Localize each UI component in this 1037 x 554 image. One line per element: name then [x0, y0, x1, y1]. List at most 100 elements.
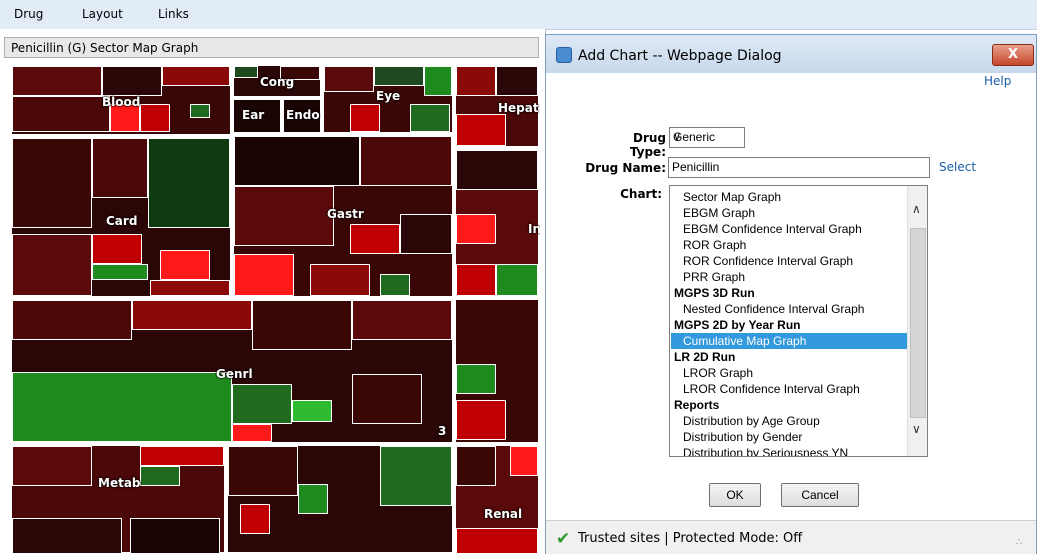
dialog-titlebar[interactable]: Add Chart -- Webpage Dialog X — [546, 35, 1036, 73]
tm-cell[interactable] — [12, 518, 122, 554]
tm-cell[interactable] — [132, 300, 252, 330]
tm-cell[interactable] — [228, 446, 298, 496]
list-item[interactable]: LROR Graph — [671, 365, 907, 381]
tm-cell[interactable] — [234, 66, 258, 78]
close-button[interactable]: X — [992, 44, 1034, 66]
list-item[interactable]: Distribution by Seriousness YN — [671, 445, 907, 456]
listbox-scrollbar[interactable]: ∧ ∨ — [907, 186, 927, 456]
list-item[interactable]: Distribution by Age Group — [671, 413, 907, 429]
sector-map-graph[interactable]: Blood Cong Ear Endo Eye Hepat Card Gastr… — [10, 64, 540, 554]
tm-cell[interactable] — [92, 234, 142, 264]
cancel-button[interactable]: Cancel — [781, 483, 859, 507]
tm-cell[interactable] — [232, 384, 292, 424]
tm-cell[interactable] — [140, 446, 224, 466]
tm-cell[interactable] — [130, 518, 220, 554]
label-in: In — [528, 222, 540, 236]
list-item[interactable]: Sector Map Graph — [671, 189, 907, 205]
tm-cell[interactable] — [240, 504, 270, 534]
tm-cell[interactable] — [234, 186, 334, 246]
scroll-thumb[interactable] — [910, 228, 926, 418]
tm-cell[interactable] — [456, 364, 496, 394]
tm-cell[interactable] — [310, 264, 370, 296]
tm-cell[interactable] — [252, 300, 352, 350]
menu-links[interactable]: Links — [158, 7, 189, 21]
tm-cell[interactable] — [424, 66, 452, 96]
tm-cell[interactable] — [232, 424, 272, 442]
list-group-header: LR 2D Run — [674, 350, 736, 364]
tm-cell[interactable] — [150, 280, 230, 296]
ok-button[interactable]: OK — [709, 483, 761, 507]
tm-cell[interactable] — [456, 264, 496, 296]
tm-cell[interactable] — [292, 400, 332, 422]
menu-drug[interactable]: Drug — [14, 7, 43, 21]
list-group-header: MGPS 2D by Year Run — [674, 318, 801, 332]
tm-cell[interactable] — [234, 136, 360, 186]
list-item[interactable]: Distribution by Gender — [671, 429, 907, 445]
tm-cell[interactable] — [350, 224, 400, 254]
tm-cell[interactable] — [92, 138, 148, 198]
scroll-down-icon[interactable]: ∨ — [912, 422, 921, 436]
tm-cell[interactable] — [190, 104, 210, 118]
tm-cell[interactable] — [380, 446, 452, 506]
tm-cell[interactable] — [102, 66, 162, 96]
tm-cell[interactable] — [12, 96, 110, 132]
tm-cell[interactable] — [352, 300, 452, 340]
tm-cell[interactable] — [298, 484, 328, 514]
list-group-header: MGPS 3D Run — [674, 286, 755, 300]
tm-cell[interactable] — [400, 214, 452, 254]
tm-cell[interactable] — [360, 136, 452, 186]
tm-cell[interactable] — [456, 114, 506, 146]
tm-cell[interactable] — [456, 150, 538, 190]
tm-cell[interactable] — [456, 214, 496, 244]
tm-cell[interactable] — [12, 446, 92, 486]
tm-cell[interactable] — [350, 104, 380, 132]
resize-grip-icon[interactable]: ∴ — [1016, 537, 1022, 548]
tm-cell[interactable] — [12, 234, 92, 296]
list-group-header: Reports — [674, 398, 720, 412]
tm-cell[interactable] — [456, 446, 496, 486]
tm-cell[interactable] — [162, 66, 230, 86]
list-item[interactable]: EBGM Graph — [671, 205, 907, 221]
select-link[interactable]: Select — [939, 160, 976, 174]
add-chart-dialog: Add Chart -- Webpage Dialog X Help Drug … — [545, 34, 1037, 554]
tm-cell[interactable] — [496, 66, 538, 96]
drug-type-select[interactable]: Generic ∨ — [669, 127, 745, 148]
tm-cell[interactable] — [410, 104, 450, 132]
tm-cell[interactable] — [12, 66, 102, 96]
list-item[interactable]: EBGM Confidence Interval Graph — [671, 221, 907, 237]
tm-cell[interactable] — [380, 274, 410, 296]
list-item[interactable]: ROR Confidence Interval Graph — [671, 253, 907, 269]
tm-cell[interactable] — [456, 528, 538, 554]
label-hepat: Hepat — [498, 101, 539, 115]
help-link[interactable]: Help — [984, 74, 1011, 88]
tm-cell[interactable] — [148, 138, 230, 228]
tm-cell[interactable] — [140, 104, 170, 132]
tm-cell[interactable] — [12, 300, 132, 340]
list-item[interactable]: Cumulative Map Graph — [671, 333, 907, 349]
drug-name-field[interactable]: Penicillin — [668, 157, 930, 178]
dialog-body: Help Drug Type: Generic ∨ Drug Name: Pen… — [546, 73, 1036, 520]
tm-cell[interactable] — [92, 264, 148, 280]
tm-cell[interactable] — [456, 66, 496, 96]
tm-cell[interactable] — [12, 138, 92, 228]
tm-cell[interactable] — [510, 446, 538, 476]
label-cong: Cong — [260, 75, 295, 89]
tm-cell[interactable] — [140, 466, 180, 486]
tm-cell[interactable] — [12, 372, 232, 442]
tm-cell[interactable] — [496, 264, 538, 296]
menu-layout[interactable]: Layout — [82, 7, 123, 21]
label-card: Card — [106, 214, 138, 228]
list-item[interactable]: PRR Graph — [671, 269, 907, 285]
tm-cell[interactable] — [456, 400, 506, 440]
chart-listbox[interactable]: ∧ ∨ Sector Map Graph EBGM Graph EBGM Confi… — [669, 185, 928, 457]
list-item[interactable]: ROR Graph — [671, 237, 907, 253]
tm-cell[interactable] — [374, 66, 424, 86]
tm-cell[interactable] — [234, 254, 294, 296]
list-item[interactable]: LROR Confidence Interval Graph — [671, 381, 907, 397]
tm-cell[interactable] — [160, 250, 210, 280]
tm-cell[interactable] — [324, 66, 374, 92]
scroll-up-icon[interactable]: ∧ — [912, 202, 921, 216]
panel-title: Penicillin (G) Sector Map Graph — [11, 41, 199, 55]
tm-cell[interactable] — [352, 374, 422, 424]
list-item[interactable]: Nested Confidence Interval Graph — [671, 301, 907, 317]
